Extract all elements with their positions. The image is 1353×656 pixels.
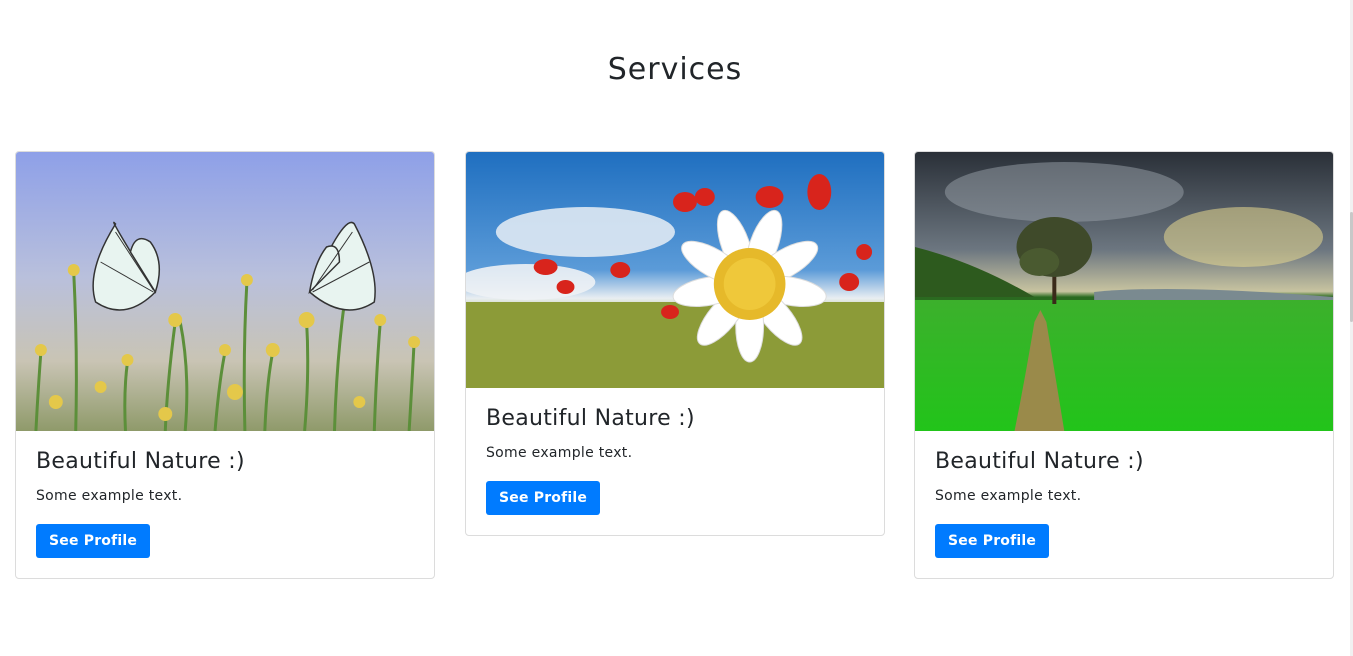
card-title: Beautiful Nature :) — [36, 449, 245, 474]
card-text: Some example text. — [486, 445, 633, 461]
see-profile-button[interactable]: See Profile — [36, 524, 151, 558]
see-profile-button[interactable]: See Profile — [486, 481, 601, 515]
see-profile-button[interactable]: See Profile — [935, 524, 1050, 558]
card-body: Beautiful Nature :) Some example text. S… — [915, 431, 1333, 578]
card-text: Some example text. — [935, 488, 1082, 504]
section-title: Services — [607, 52, 743, 87]
card-image-butterflies — [16, 152, 434, 431]
page: Services Beautiful Nature:) Some exampl… — [0, 0, 1353, 656]
card-title: Beautiful Nature :) — [486, 406, 695, 431]
card-body: Beautiful Nature :) Some example text. S… — [16, 431, 434, 578]
card-image-tree-field — [915, 152, 1333, 431]
card-title: Beautiful Nature :) — [935, 449, 1144, 474]
service-card-2: Beautiful Nature :) Some example text. S… — [465, 151, 885, 536]
card-body: Beautiful Nature :) Some example text. S… — [466, 388, 884, 535]
service-card-1: Beautiful Nature :) Some example text. S… — [15, 151, 435, 579]
card-text: Some example text. — [36, 488, 183, 504]
service-card-3: Beautiful Nature :) Some example text. S… — [914, 151, 1334, 579]
card-image-daisy — [466, 152, 884, 388]
